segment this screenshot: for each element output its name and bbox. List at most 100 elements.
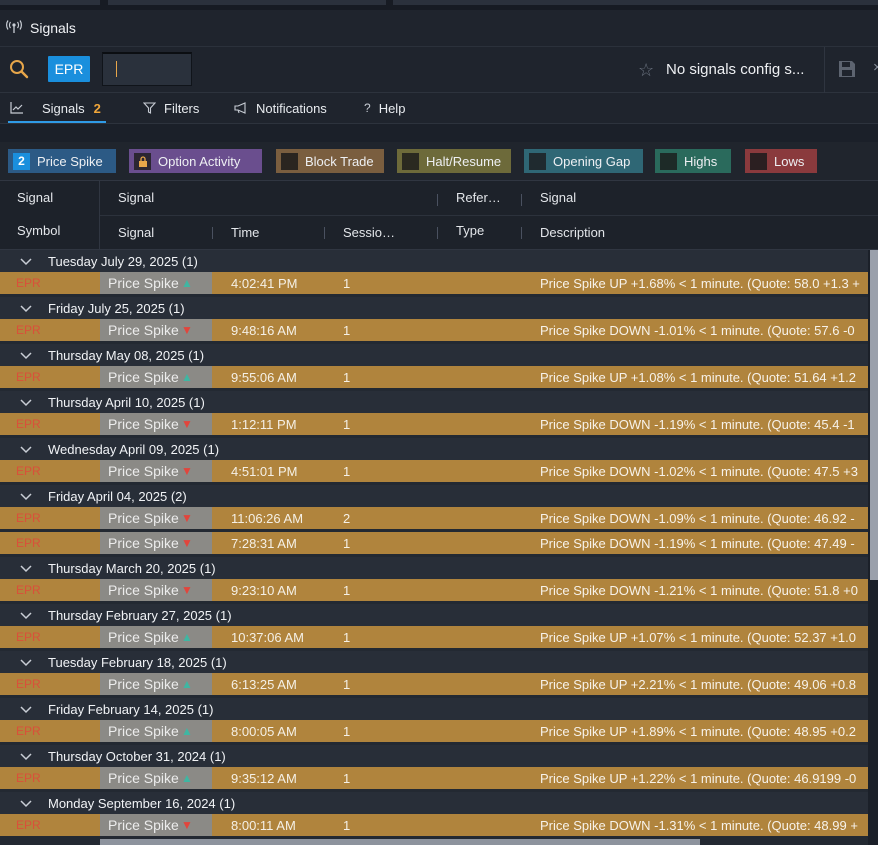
header-divider xyxy=(99,181,100,251)
col-header-reference[interactable]: Refer… xyxy=(456,190,501,205)
top-strip-segment xyxy=(108,0,386,5)
symbol-badge[interactable]: EPR xyxy=(48,56,90,82)
col-separator[interactable] xyxy=(212,227,213,239)
date-group-header[interactable]: Friday July 25, 2025 (1) xyxy=(0,297,868,319)
tab-filters[interactable]: Filters xyxy=(143,93,199,123)
filter-chip-option-activity[interactable]: Option Activity xyxy=(129,149,262,173)
col-header-time[interactable]: Time xyxy=(231,225,259,240)
row-signal: Price Spike ▲ xyxy=(100,767,212,789)
table-row[interactable]: EPR Price Spike ▲ 10:37:06 AM 1 Price Spike U… xyxy=(0,626,868,648)
filter-count-badge: 2 xyxy=(13,152,30,170)
chevron-down-icon[interactable] xyxy=(19,608,33,622)
date-group-header[interactable]: Thursday February 27, 2025 (1) xyxy=(0,604,868,626)
table-row[interactable]: EPR Price Spike ▼ 9:48:16 AM 1 Price Spike DO… xyxy=(0,319,868,341)
tab-notifications[interactable]: Notifications xyxy=(234,93,327,123)
col-header-signal-desc-group[interactable]: Signal xyxy=(540,190,576,205)
filter-chip-price-spike[interactable]: 2 Price Spike xyxy=(8,149,116,173)
megaphone-icon xyxy=(234,102,248,114)
row-signal: Price Spike ▼ xyxy=(100,814,212,836)
col-header-type[interactable]: Type xyxy=(456,223,484,238)
chevron-down-icon[interactable] xyxy=(19,442,33,456)
table-row[interactable]: EPR Price Spike ▼ 8:00:11 AM 1 Price Spike DO… xyxy=(0,814,868,836)
chevron-down-icon[interactable] xyxy=(19,254,33,268)
filter-checkbox[interactable] xyxy=(750,152,767,170)
row-symbol: EPR xyxy=(16,583,41,597)
table-row[interactable]: EPR Price Spike ▲ 9:55:06 AM 1 Price Spike UP… xyxy=(0,366,868,388)
col-separator[interactable] xyxy=(324,227,325,239)
tab-help-label: Help xyxy=(378,100,406,116)
close-icon[interactable]: × xyxy=(873,59,878,76)
filter-icon xyxy=(143,102,156,114)
filter-checkbox[interactable] xyxy=(402,152,419,170)
horizontal-scrollbar[interactable] xyxy=(100,839,700,845)
table-row[interactable]: EPR Price Spike ▲ 6:13:25 AM 1 Price Spike UP… xyxy=(0,673,868,695)
save-icon[interactable] xyxy=(838,60,856,78)
chevron-down-icon[interactable] xyxy=(19,395,33,409)
chevron-down-icon[interactable] xyxy=(19,749,33,763)
date-group-header[interactable]: Thursday May 08, 2025 (1) xyxy=(0,344,868,366)
table-row[interactable]: EPR Price Spike ▲ 4:02:41 PM 1 Price Spike UP… xyxy=(0,272,868,294)
text-caret xyxy=(116,61,117,77)
col-header-session[interactable]: Sessio… xyxy=(343,225,395,240)
date-group-header[interactable]: Thursday October 31, 2024 (1) xyxy=(0,745,868,767)
col-header-signal-group[interactable]: Signal xyxy=(118,190,154,205)
row-symbol: EPR xyxy=(16,464,41,478)
row-signal-label: Price Spike xyxy=(108,723,179,739)
col-separator[interactable] xyxy=(437,194,438,206)
table-row[interactable]: EPR Price Spike ▼ 9:23:10 AM 1 Price Spike DO… xyxy=(0,579,868,601)
date-group-header[interactable]: Friday February 14, 2025 (1) xyxy=(0,698,868,720)
col-separator[interactable] xyxy=(521,227,522,239)
row-symbol: EPR xyxy=(16,677,41,691)
date-group-header[interactable]: Monday September 16, 2024 (1) xyxy=(0,792,868,814)
col-separator[interactable] xyxy=(521,194,522,206)
chevron-down-icon[interactable] xyxy=(19,561,33,575)
row-description: Price Spike UP +1.22% < 1 minute. (Quote… xyxy=(540,771,857,786)
filter-checkbox[interactable] xyxy=(660,152,677,170)
date-group-header[interactable]: Thursday March 20, 2025 (1) xyxy=(0,557,868,579)
col-separator[interactable] xyxy=(437,227,438,239)
row-session: 1 xyxy=(343,818,351,833)
vertical-scrollbar[interactable] xyxy=(868,250,878,845)
date-group-header[interactable]: Friday April 04, 2025 (2) xyxy=(0,485,868,507)
star-icon[interactable]: ☆ xyxy=(638,60,654,81)
filter-checkbox[interactable] xyxy=(529,152,546,170)
filter-chip-lows[interactable]: Lows xyxy=(745,149,817,173)
col-header-symbol[interactable]: Symbol xyxy=(17,223,60,238)
filter-chip-label: Block Trade xyxy=(305,153,374,169)
filter-chip-opening-gap[interactable]: Opening Gap xyxy=(524,149,643,173)
table-row[interactable]: EPR Price Spike ▼ 7:28:31 AM 1 Price Spike DO… xyxy=(0,532,868,554)
row-time: 9:35:12 AM xyxy=(231,771,297,786)
signal-broadcast-icon xyxy=(6,19,30,37)
signals-config-dropdown[interactable]: No signals config s... xyxy=(666,61,804,78)
col-header-signal[interactable]: Signal xyxy=(118,225,154,240)
chevron-down-icon[interactable] xyxy=(19,301,33,315)
date-group-header[interactable]: Wednesday April 09, 2025 (1) xyxy=(0,438,868,460)
date-group-label: Thursday April 10, 2025 (1) xyxy=(48,394,205,410)
search-icon[interactable] xyxy=(9,59,29,79)
chevron-down-icon[interactable] xyxy=(19,489,33,503)
table-row[interactable]: EPR Price Spike ▼ 1:12:11 PM 1 Price Spike DO… xyxy=(0,413,868,435)
col-header-signal-symbol[interactable]: Signal xyxy=(17,190,53,205)
filter-chip-highs[interactable]: Highs xyxy=(655,149,731,173)
chevron-down-icon[interactable] xyxy=(19,796,33,810)
scrollbar-thumb[interactable] xyxy=(870,250,878,580)
tab-signals[interactable]: Signals 2 xyxy=(10,93,101,123)
chevron-down-icon[interactable] xyxy=(19,702,33,716)
table-row[interactable]: EPR Price Spike ▲ 9:35:12 AM 1 Price Spike UP… xyxy=(0,767,868,789)
date-group-label: Thursday February 27, 2025 (1) xyxy=(48,607,232,623)
signal-filter-bar: 2 Price Spike Option Activity Block Trade Ha… xyxy=(0,142,878,180)
table-row[interactable]: EPR Price Spike ▲ 8:00:05 AM 1 Price Spike UP… xyxy=(0,720,868,742)
filter-chip-block-trade[interactable]: Block Trade xyxy=(276,149,384,173)
col-header-description[interactable]: Description xyxy=(540,225,605,240)
tab-help[interactable]: ? Help xyxy=(364,93,405,123)
table-row[interactable]: EPR Price Spike ▼ 4:51:01 PM 1 Price Spike DO… xyxy=(0,460,868,482)
table-row[interactable]: EPR Price Spike ▼ 11:06:26 AM 2 Price Spike D… xyxy=(0,507,868,529)
filter-chip-halt-resume[interactable]: Halt/Resume xyxy=(397,149,511,173)
date-group-header[interactable]: Tuesday July 29, 2025 (1) xyxy=(0,250,868,272)
chevron-down-icon[interactable] xyxy=(19,348,33,362)
chevron-down-icon[interactable] xyxy=(19,655,33,669)
date-group-header[interactable]: Tuesday February 18, 2025 (1) xyxy=(0,651,868,673)
row-description: Price Spike DOWN -1.09% < 1 minute. (Quo… xyxy=(540,511,855,526)
filter-checkbox[interactable] xyxy=(281,152,298,170)
date-group-header[interactable]: Thursday April 10, 2025 (1) xyxy=(0,391,868,413)
